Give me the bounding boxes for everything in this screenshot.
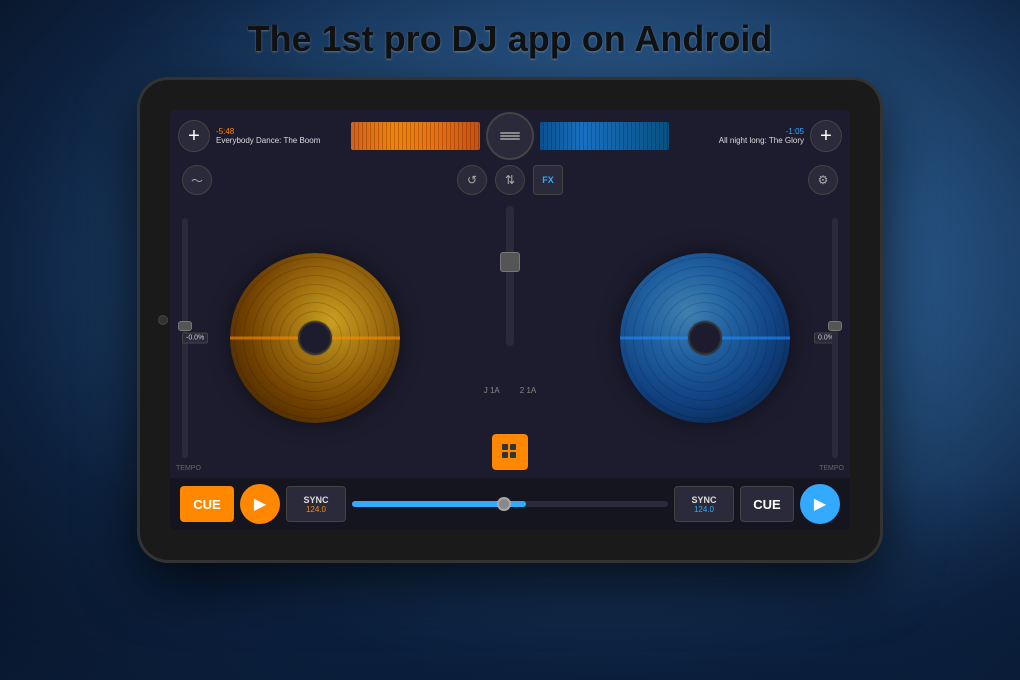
vinyl-record-left[interactable]	[230, 253, 400, 423]
pitch-handle-left[interactable]	[178, 321, 192, 331]
deck-labels: J 1A 2 1A	[484, 386, 536, 395]
sync-button-left[interactable]: SYNC 124.0	[286, 486, 346, 522]
volume-fader-handle[interactable]	[500, 252, 520, 272]
crossfader-knob[interactable]	[497, 497, 511, 511]
cue-button-left[interactable]: CUE	[180, 486, 234, 522]
tempo-label-left: TEMPO	[176, 465, 201, 472]
vinyl-line-2	[500, 135, 520, 137]
settings-button[interactable]: ⚙	[808, 165, 838, 195]
track-time-left: -5:48	[216, 127, 345, 136]
page-title: The 1st pro DJ app on Android	[0, 18, 1020, 60]
vinyl-icon	[500, 132, 520, 140]
add-track-right-button[interactable]: +	[810, 120, 842, 152]
volume-fader[interactable]	[506, 206, 514, 346]
app-logo	[486, 112, 534, 160]
top-bar: + -5:48 Everybody Dance: The Boom -1:05 …	[170, 110, 850, 162]
pitch-handle-right[interactable]	[828, 321, 842, 331]
track-time-right: -1:05	[675, 127, 804, 136]
play-button-right[interactable]: ▶	[800, 484, 840, 524]
waveform-button[interactable]: 〜	[182, 165, 212, 195]
eq-button[interactable]: ⇅	[495, 165, 525, 195]
vinyl-line-1	[500, 132, 520, 134]
tablet-screen: + -5:48 Everybody Dance: The Boom -1:05 …	[170, 110, 850, 530]
fx-button[interactable]: FX	[533, 165, 563, 195]
track-name-left: Everybody Dance: The Boom	[216, 136, 345, 145]
vinyl-line-3	[500, 138, 520, 140]
track-name-right: All night long: The Glory	[675, 136, 804, 145]
deck-label-left: J 1A	[484, 386, 500, 395]
deck-right: 0.0% TEMPO	[560, 198, 850, 478]
sync-bpm-left: 124.0	[306, 505, 326, 514]
track-info-right: -1:05 All night long: The Glory	[675, 127, 804, 145]
vinyl-record-right[interactable]	[620, 253, 790, 423]
waveform-right[interactable]	[540, 122, 669, 150]
play-icon-right: ▶	[814, 494, 826, 514]
controls-bar: 〜 ↺ ⇅ FX ⚙	[170, 162, 850, 198]
pitch-value-left: -0.0%	[182, 333, 208, 344]
vinyl-bg-left	[230, 253, 400, 423]
deck-label-right: 2 1A	[520, 386, 536, 395]
dj-area: -0.0% TEMPO J 1A 2 1A	[170, 198, 850, 478]
add-track-left-button[interactable]: +	[178, 120, 210, 152]
sync-label-right: SYNC	[691, 495, 716, 505]
vinyl-playhead-left	[230, 337, 400, 340]
cue-button-right[interactable]: CUE	[740, 486, 794, 522]
center-controls: J 1A 2 1A	[460, 198, 560, 478]
sync-button[interactable]: ↺	[457, 165, 487, 195]
play-icon-left: ▶	[254, 494, 266, 514]
track-info-left: -5:48 Everybody Dance: The Boom	[216, 127, 345, 145]
waveform-left[interactable]	[351, 122, 480, 150]
sync-bpm-right: 124.0	[694, 505, 714, 514]
play-button-left[interactable]: ▶	[240, 484, 280, 524]
grid-button[interactable]	[492, 434, 528, 470]
sync-label-left: SYNC	[303, 495, 328, 505]
sync-button-right[interactable]: SYNC 124.0	[674, 486, 734, 522]
pitch-slider-right[interactable]	[832, 218, 838, 458]
tempo-label-right: TEMPO	[819, 465, 844, 472]
tablet-device: + -5:48 Everybody Dance: The Boom -1:05 …	[140, 80, 880, 560]
vinyl-playhead-right	[620, 337, 790, 340]
crossfader[interactable]	[352, 501, 668, 507]
vinyl-bg-right	[620, 253, 790, 423]
bottom-controls: CUE ▶ SYNC 124.0 SYNC 124.0 CUE ▶	[170, 478, 850, 530]
deck-left: -0.0% TEMPO	[170, 198, 460, 478]
grid-icon	[501, 443, 519, 461]
